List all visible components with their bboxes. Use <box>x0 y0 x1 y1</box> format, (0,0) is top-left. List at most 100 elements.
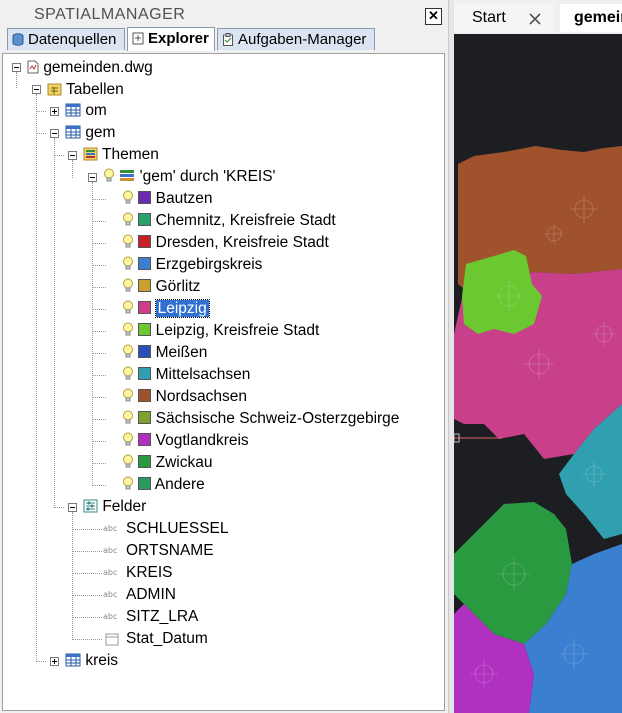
field-item[interactable]: ADMIN <box>126 585 176 605</box>
lightbulb-icon <box>123 410 133 424</box>
string-field-icon: abc <box>103 524 118 533</box>
tree-node-themen-label: Themen <box>102 146 159 163</box>
close-tab-icon[interactable] <box>528 12 542 26</box>
collapse-themen-toggle[interactable] <box>68 151 77 160</box>
field-item[interactable]: ORTSNAME <box>126 541 214 561</box>
lightbulb-icon <box>123 344 133 358</box>
database-icon <box>12 33 24 46</box>
collapse-gem-toggle[interactable] <box>50 129 59 138</box>
tree-node-felder[interactable]: Felder <box>83 497 146 517</box>
explorer-icon <box>132 32 144 45</box>
theme-item[interactable]: Zwickau <box>122 453 212 473</box>
theme-item-label: Mittelsachsen <box>155 366 251 383</box>
tree-node-table-gem[interactable]: gem <box>65 123 115 143</box>
theme-item[interactable]: Vogtlandkreis <box>122 431 249 451</box>
collapse-root-toggle[interactable] <box>12 63 21 72</box>
expand-om-toggle[interactable] <box>50 107 59 116</box>
lightbulb-icon <box>123 454 133 468</box>
spatialmanager-panel: SPATIALMANAGER ✕ Datenquellen Explorer A… <box>0 0 448 713</box>
theme-item[interactable]: Leipzig, Kreisfreie Stadt <box>122 321 319 341</box>
theme-item[interactable]: Erzgebirgskreis <box>122 255 262 275</box>
color-swatch <box>138 235 152 248</box>
color-swatch <box>138 389 152 402</box>
theme-item[interactable]: Meißen <box>122 343 207 363</box>
theme-item-label: Nordsachsen <box>155 388 247 405</box>
theme-item[interactable]: Bautzen <box>122 189 213 209</box>
dwg-file-icon <box>27 60 39 74</box>
map-canvas[interactable] <box>454 34 622 713</box>
theme-item[interactable]: Mittelsachsen <box>122 365 250 385</box>
theme-item[interactable]: Chemnitz, Kreisfreie Stadt <box>122 211 336 231</box>
lightbulb-icon <box>123 256 133 270</box>
lightbulb-icon <box>123 366 133 380</box>
explorer-tree: gemeinden.dwg Tabellen om gem Themen 'ge… <box>2 53 445 711</box>
tab-aufgaben-manager[interactable]: Aufgaben-Manager <box>217 28 375 50</box>
tree-node-root[interactable]: gemeinden.dwg <box>27 58 153 78</box>
tab-drawing[interactable]: gemein <box>560 4 622 32</box>
theme-item-label: Leipzig, Kreisfreie Stadt <box>155 322 320 339</box>
field-item[interactable]: KREIS <box>126 563 173 583</box>
field-item[interactable]: Stat_Datum <box>126 629 208 649</box>
close-panel-button[interactable]: ✕ <box>425 8 442 25</box>
theme-item[interactable]: Görlitz <box>122 277 200 297</box>
color-swatch <box>138 213 152 226</box>
lightbulb-icon <box>123 212 133 226</box>
tab-aufgaben-manager-label: Aufgaben-Manager <box>238 31 367 48</box>
lightbulb-icon <box>123 234 133 248</box>
theme-item[interactable]: Andere <box>122 475 205 495</box>
tree-node-table-om[interactable]: om <box>65 101 107 121</box>
document-tabs: Start gemein <box>454 0 622 34</box>
tree-node-theme[interactable]: 'gem' durch 'KREIS' <box>103 167 276 187</box>
field-item[interactable]: SITZ_LRA <box>126 607 198 627</box>
theme-item-label: Sächsische Schweiz-Osterzgebirge <box>155 410 400 427</box>
lightbulb-icon <box>123 278 133 292</box>
color-swatch <box>138 367 152 380</box>
collapse-felder-toggle[interactable] <box>68 503 77 512</box>
string-field-icon: abc <box>103 612 118 621</box>
tree-node-theme-label: 'gem' durch 'KREIS' <box>139 168 276 185</box>
theme-item-label: Dresden, Kreisfreie Stadt <box>155 234 329 251</box>
tab-datenquellen-label: Datenquellen <box>28 31 117 48</box>
lightbulb-icon <box>123 300 133 314</box>
tab-drawing-label: gemein <box>574 9 622 26</box>
color-swatch <box>138 301 152 314</box>
color-swatch <box>138 279 152 292</box>
lightbulb-icon <box>123 388 133 402</box>
theme-item[interactable]: Sächsische Schweiz-Osterzgebirge <box>122 409 399 429</box>
string-field-icon: abc <box>103 546 118 555</box>
tab-explorer[interactable]: Explorer <box>127 27 215 51</box>
tree-node-root-label: gemeinden.dwg <box>43 59 153 76</box>
tab-datenquellen[interactable]: Datenquellen <box>7 28 125 50</box>
theme-item-label: Chemnitz, Kreisfreie Stadt <box>155 212 336 229</box>
tree-node-table-gem-label: gem <box>85 124 116 141</box>
theme-item-label: Görlitz <box>155 278 201 295</box>
tab-start[interactable]: Start <box>454 4 554 32</box>
theme-item-selected[interactable]: Leipzig <box>122 299 210 319</box>
collapse-tabellen-toggle[interactable] <box>32 85 41 94</box>
theme-item[interactable]: Nordsachsen <box>122 387 247 407</box>
tables-folder-icon <box>47 83 62 96</box>
theme-item-label: Zwickau <box>155 454 213 471</box>
tree-node-themen[interactable]: Themen <box>83 145 159 165</box>
lightbulb-icon <box>104 168 114 182</box>
string-field-icon: abc <box>103 568 118 577</box>
color-swatch <box>138 323 152 336</box>
tree-node-table-kreis[interactable]: kreis <box>65 651 118 671</box>
fields-icon <box>83 499 98 513</box>
color-swatch <box>138 433 152 446</box>
tree-node-tabellen[interactable]: Tabellen <box>47 80 124 100</box>
tree-node-table-kreis-label: kreis <box>85 652 119 669</box>
theme-item[interactable]: Dresden, Kreisfreie Stadt <box>122 233 329 253</box>
tree-node-table-om-label: om <box>85 102 107 119</box>
field-item[interactable]: SCHLUESSEL <box>126 519 229 539</box>
string-field-icon: abc <box>103 590 118 599</box>
table-icon <box>65 653 81 667</box>
collapse-theme-toggle[interactable] <box>88 173 97 182</box>
expand-kreis-toggle[interactable] <box>50 657 59 666</box>
lightbulb-icon <box>123 432 133 446</box>
theme-item-label: Meißen <box>155 344 208 361</box>
tree-node-felder-label: Felder <box>102 498 147 515</box>
themes-icon <box>83 147 98 161</box>
color-swatch <box>138 191 152 204</box>
color-swatch <box>138 257 152 270</box>
